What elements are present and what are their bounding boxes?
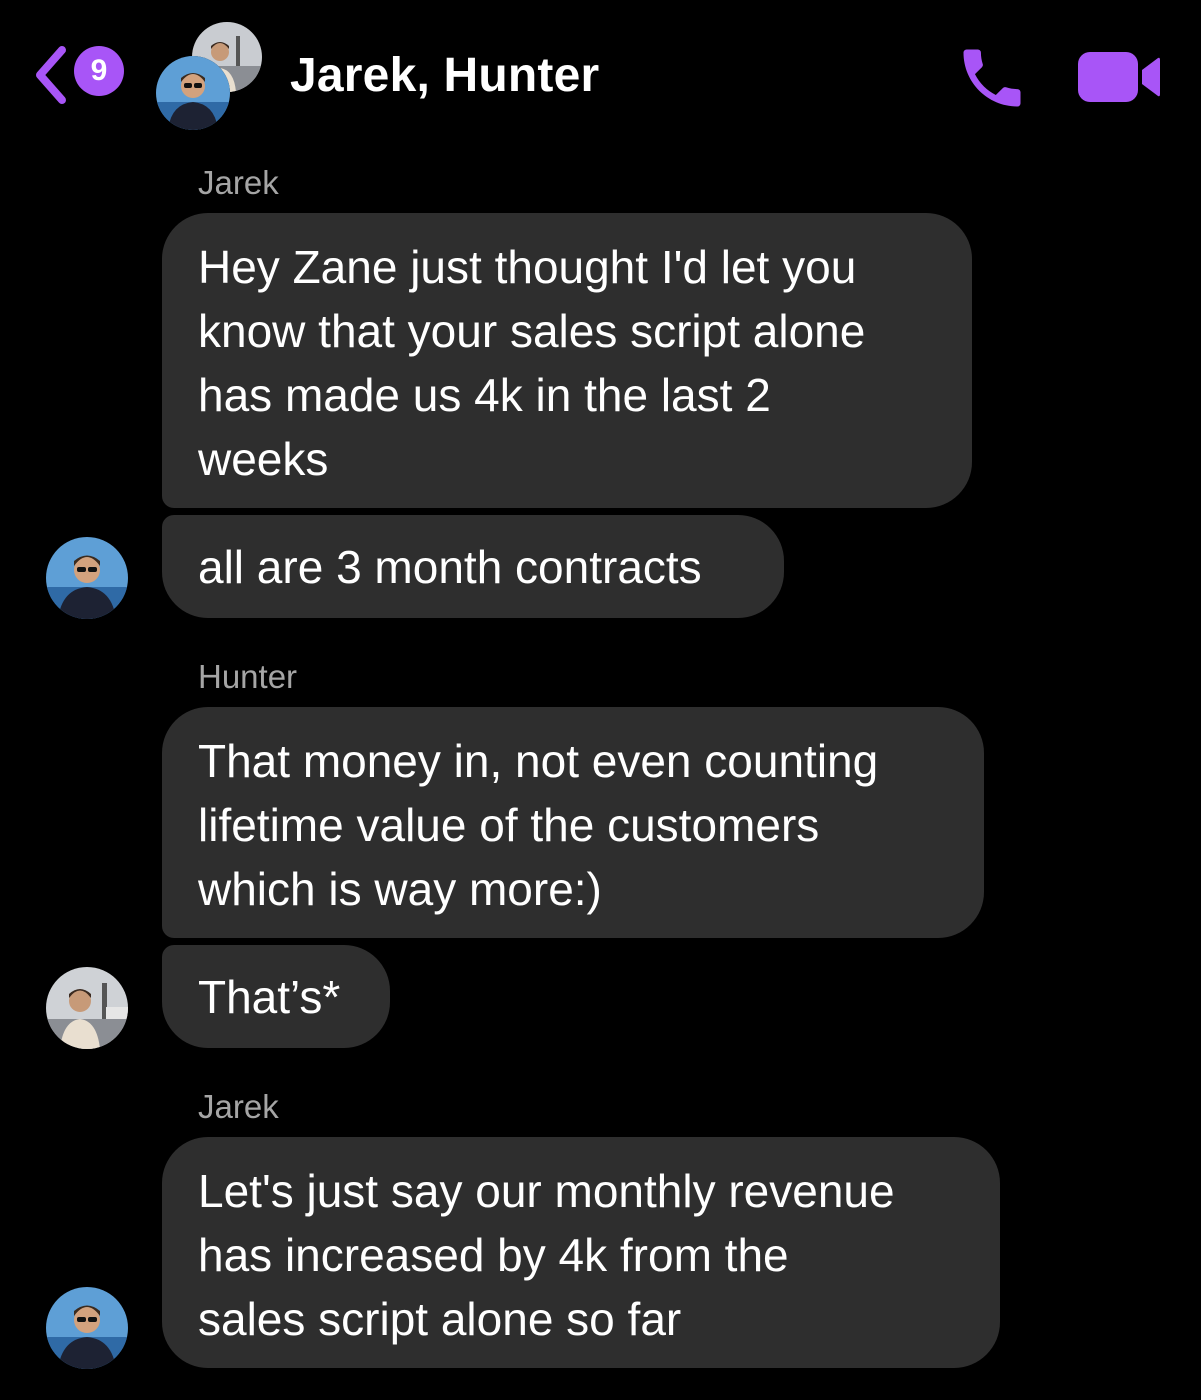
message-bubble[interactable]: Hey Zane just thought I'd let you know t… xyxy=(162,213,972,508)
message-line: lifetime value of the customers xyxy=(198,799,820,851)
voice-call-button[interactable] xyxy=(954,40,1030,116)
message-line: That money in, not even counting xyxy=(198,735,879,787)
message-line: sales script alone so far xyxy=(198,1293,682,1345)
message-bubble[interactable]: all are 3 month contracts xyxy=(162,515,784,618)
message-bubble[interactable]: That money in, not even counting lifetim… xyxy=(162,707,984,938)
unread-count-badge: 9 xyxy=(74,46,124,96)
phone-icon xyxy=(963,49,1021,107)
message-line: That’s* xyxy=(198,971,341,1023)
chat-title[interactable]: Jarek, Hunter xyxy=(290,48,599,103)
message-line: has increased by 4k from the xyxy=(198,1229,789,1281)
video-call-button[interactable] xyxy=(1074,46,1164,108)
jarek-avatar[interactable] xyxy=(46,1287,128,1369)
message-bubble[interactable]: That’s* xyxy=(162,945,390,1048)
sender-name: Jarek xyxy=(198,164,279,201)
group-avatar[interactable] xyxy=(156,22,266,132)
message-line: which is way more:) xyxy=(198,863,602,915)
jarek-avatar xyxy=(156,56,230,130)
message-line: has made us 4k in the last 2 xyxy=(198,369,771,421)
message-line: know that your sales script alone xyxy=(198,305,866,357)
back-button[interactable]: 9 xyxy=(32,42,132,108)
message-line: Hey Zane just thought I'd let you xyxy=(198,241,857,293)
sender-name: Hunter xyxy=(198,658,298,695)
message-bubble[interactable]: Let's just say our monthly revenue has i… xyxy=(162,1137,1000,1368)
hunter-avatar[interactable] xyxy=(46,967,128,1049)
jarek-avatar[interactable] xyxy=(46,537,128,619)
message-line: all are 3 month contracts xyxy=(198,541,702,593)
chevron-left-icon xyxy=(36,46,66,104)
video-camera-icon xyxy=(1078,52,1160,102)
sender-name: Jarek xyxy=(198,1088,279,1125)
message-line: Let's just say our monthly revenue xyxy=(198,1165,895,1217)
chat-header: 9 Jarek, Hunter xyxy=(0,0,1201,150)
message-line: weeks xyxy=(198,433,329,485)
